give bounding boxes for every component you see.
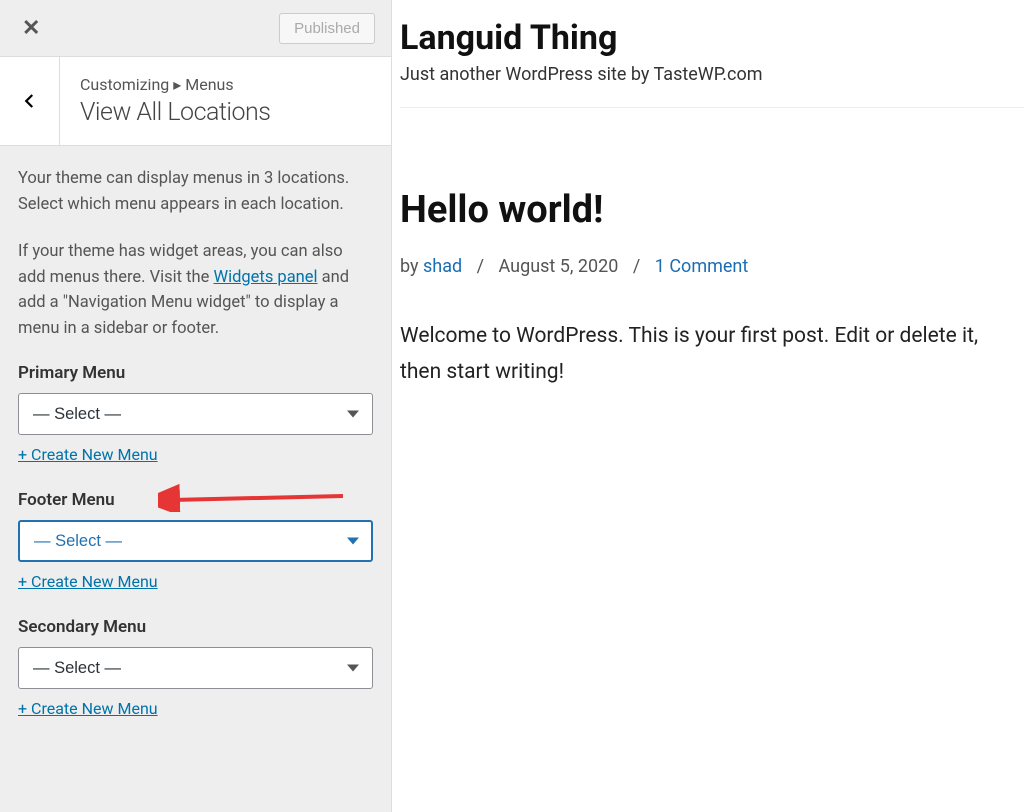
footer-menu-select[interactable]: — Select — [18, 520, 373, 562]
select-wrap: — Select — [18, 520, 373, 562]
by-label: by [400, 256, 419, 277]
create-new-menu-link[interactable]: + Create New Menu [18, 445, 158, 464]
site-preview: Languid Thing Just another WordPress sit… [392, 0, 1024, 812]
site-tagline: Just another WordPress site by TasteWP.c… [400, 64, 1024, 85]
menu-label: Footer Menu [18, 490, 373, 510]
create-new-menu-link[interactable]: + Create New Menu [18, 572, 158, 591]
panel-body: Your theme can display menus in 3 locati… [0, 146, 391, 764]
site-header: Languid Thing Just another WordPress sit… [400, 18, 1024, 108]
menu-label: Secondary Menu [18, 617, 373, 637]
breadcrumb-sep: ▸ [173, 75, 185, 94]
secondary-menu-select[interactable]: — Select — [18, 647, 373, 689]
top-bar: ✕ Published [0, 0, 391, 56]
customizer-sidebar: ✕ Published Customizing ▸ Menus View All… [0, 0, 392, 812]
back-button[interactable] [0, 57, 60, 145]
post-date: August 5, 2020 [499, 256, 619, 277]
chevron-left-icon [21, 92, 39, 110]
select-wrap: — Select — [18, 393, 373, 435]
publish-button[interactable]: Published [279, 13, 375, 44]
primary-menu-select[interactable]: — Select — [18, 393, 373, 435]
post-meta: by shad / August 5, 2020 / 1 Comment [400, 256, 1024, 277]
post-content: Welcome to WordPress. This is your first… [400, 319, 1024, 390]
menu-location-footer: Footer Menu — Select — + Create New Menu [18, 490, 373, 591]
panel-titles: Customizing ▸ Menus View All Locations [60, 61, 290, 141]
comments-link[interactable]: 1 Comment [655, 256, 749, 277]
page-title: View All Locations [80, 98, 270, 127]
breadcrumb: Customizing ▸ Menus [80, 75, 270, 94]
meta-separator: / [633, 256, 640, 277]
select-wrap: — Select — [18, 647, 373, 689]
create-new-menu-link[interactable]: + Create New Menu [18, 699, 158, 718]
menu-label: Primary Menu [18, 363, 373, 383]
meta-separator: / [477, 256, 484, 277]
post-title[interactable]: Hello world! [400, 188, 1024, 232]
panel-description: Your theme can display menus in 3 locati… [18, 166, 373, 217]
close-icon[interactable]: ✕ [16, 10, 46, 47]
menu-location-secondary: Secondary Menu — Select — + Create New M… [18, 617, 373, 718]
panel-header: Customizing ▸ Menus View All Locations [0, 56, 391, 146]
author-link[interactable]: shad [423, 256, 462, 277]
menu-location-primary: Primary Menu — Select — + Create New Men… [18, 363, 373, 464]
widgets-panel-link[interactable]: Widgets panel [213, 268, 317, 287]
panel-description-2: If your theme has widget areas, you can … [18, 239, 373, 341]
site-title[interactable]: Languid Thing [400, 18, 1024, 58]
